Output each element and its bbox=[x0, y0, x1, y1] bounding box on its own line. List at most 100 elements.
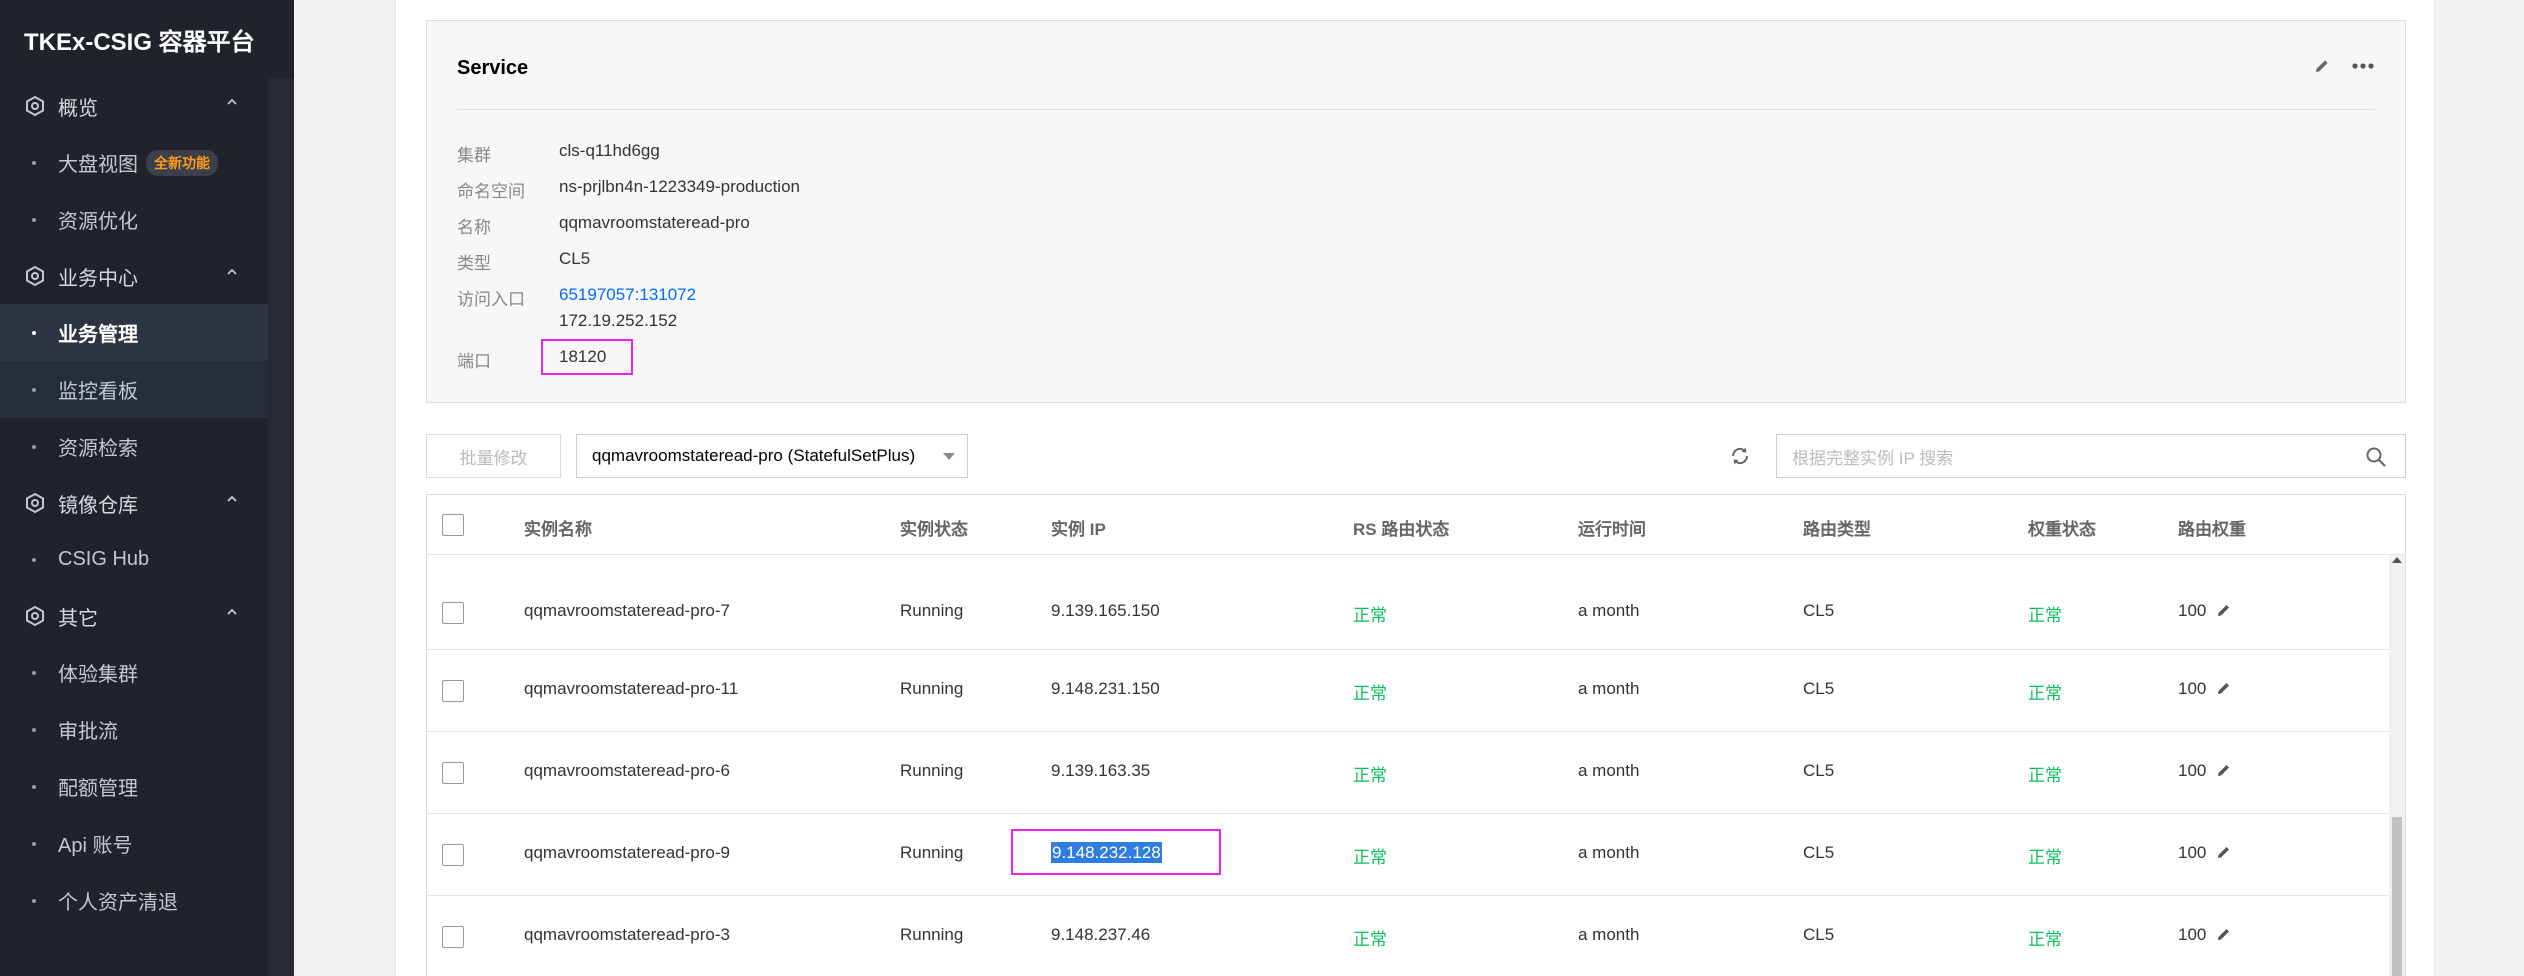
highlight-box bbox=[541, 339, 633, 375]
sidebar-group-overview[interactable]: 概览 bbox=[0, 78, 268, 134]
row-checkbox[interactable] bbox=[442, 844, 464, 866]
cell-name: qqmavroomstateread-pro-9 bbox=[524, 843, 730, 862]
cell-status: Running bbox=[900, 679, 964, 698]
weight-value: 100 bbox=[2178, 601, 2207, 620]
more-icon[interactable] bbox=[2351, 62, 2375, 70]
workload-select[interactable]: qqmavroomstateread-pro (StatefulSetPlus) bbox=[576, 434, 968, 478]
table-row[interactable]: qqmavroomstateread-pro-7 Running 9.139.1… bbox=[427, 568, 2391, 650]
edit-icon[interactable] bbox=[2313, 57, 2331, 75]
edit-icon[interactable] bbox=[2216, 680, 2232, 696]
edit-icon[interactable] bbox=[2216, 602, 2232, 618]
row-checkbox[interactable] bbox=[442, 762, 464, 784]
cell-uptime: a month bbox=[1578, 761, 1640, 780]
row-checkbox[interactable] bbox=[442, 680, 464, 702]
cell-name: qqmavroomstateread-pro-6 bbox=[524, 761, 730, 780]
sidebar-item-asset-cleanup[interactable]: 个人资产清退 bbox=[0, 872, 268, 929]
cell-ip: 9.148.231.150 bbox=[1051, 679, 1160, 698]
sidebar-item-trial-cluster[interactable]: 体验集群 bbox=[0, 644, 268, 701]
search-placeholder: 根据完整实例 IP 搜索 bbox=[1792, 448, 1954, 468]
sidebar-item-label: 体验集群 bbox=[58, 664, 138, 686]
sidebar-group-other[interactable]: 其它 bbox=[0, 588, 268, 644]
cell-route-type: CL5 bbox=[1803, 925, 1835, 944]
col-header-name: 实例名称 bbox=[524, 520, 592, 539]
table-row[interactable]: qqmavroomstateread-pro-11 Running 9.148.… bbox=[427, 650, 2391, 732]
sidebar-item-label: CSIG Hub bbox=[58, 548, 150, 570]
table-row[interactable]: qqmavroomstateread-pro-6 Running 9.139.1… bbox=[427, 732, 2391, 814]
field-namespace: 命名空间 ns-prjlbn4n-1223349-production bbox=[457, 177, 800, 202]
field-label: 命名空间 bbox=[457, 182, 525, 201]
weight-value: 100 bbox=[2178, 925, 2207, 944]
card-actions bbox=[2313, 57, 2375, 75]
search-input[interactable]: 根据完整实例 IP 搜索 bbox=[1776, 434, 2406, 478]
col-header-uptime: 运行时间 bbox=[1578, 520, 1646, 539]
scroll-up-arrow-icon[interactable] bbox=[2392, 557, 2402, 563]
cell-weight-status: 正常 bbox=[2028, 684, 2062, 703]
bullet-icon bbox=[32, 444, 36, 449]
sidebar-item-monitoring-board[interactable]: 监控看板 bbox=[0, 361, 268, 418]
field-label: 类型 bbox=[457, 254, 491, 273]
cell-rs-status: 正常 bbox=[1353, 766, 1387, 785]
sidebar-item-label: 业务管理 bbox=[58, 324, 138, 346]
bullet-icon bbox=[32, 217, 36, 222]
search-icon[interactable] bbox=[2365, 446, 2387, 468]
bullet-icon bbox=[32, 898, 36, 903]
edit-icon[interactable] bbox=[2216, 926, 2232, 942]
edit-icon[interactable] bbox=[2216, 762, 2232, 778]
refresh-icon[interactable] bbox=[1728, 444, 1752, 468]
field-type: 类型 CL5 bbox=[457, 249, 590, 274]
edit-icon[interactable] bbox=[2216, 844, 2232, 860]
sidebar-item-resource-optimization[interactable]: 资源优化 bbox=[0, 191, 268, 248]
cell-weight: 100 bbox=[2178, 679, 2232, 699]
chevron-up-icon bbox=[227, 268, 237, 275]
bullet-icon bbox=[32, 670, 36, 675]
row-checkbox[interactable] bbox=[442, 602, 464, 624]
service-detail-card: Service 集群 cls-q11hd6gg 命名空间 ns-prjlbn4n… bbox=[426, 20, 2406, 403]
sidebar-item-label: 审批流 bbox=[58, 721, 118, 743]
sidebar-scrollbar[interactable] bbox=[268, 78, 294, 976]
field-value: ns-prjlbn4n-1223349-production bbox=[559, 177, 800, 196]
cell-route-type: CL5 bbox=[1803, 601, 1835, 620]
scroll-thumb[interactable] bbox=[2392, 817, 2402, 976]
sidebar-group-business-center[interactable]: 业务中心 bbox=[0, 248, 268, 304]
cell-rs-status: 正常 bbox=[1353, 684, 1387, 703]
sidebar-item-api-account[interactable]: Api 账号 bbox=[0, 815, 268, 872]
select-value: qqmavroomstateread-pro (StatefulSetPlus) bbox=[592, 446, 916, 465]
cell-rs-status: 正常 bbox=[1353, 848, 1387, 867]
sidebar-item-label: 个人资产清退 bbox=[58, 892, 178, 914]
batch-edit-button[interactable]: 批量修改 bbox=[426, 434, 561, 478]
access-link[interactable]: 65197057:131072 bbox=[559, 285, 696, 305]
cell-route-type: CL5 bbox=[1803, 843, 1835, 862]
cell-weight: 100 bbox=[2178, 601, 2232, 621]
sidebar-item-business-management[interactable]: 业务管理 bbox=[0, 304, 268, 361]
sidebar-item-label: 配额管理 bbox=[58, 778, 138, 800]
row-checkbox[interactable] bbox=[442, 926, 464, 948]
weight-value: 100 bbox=[2178, 679, 2207, 698]
sidebar-item-dashboard[interactable]: 大盘视图 全新功能 bbox=[0, 134, 268, 191]
sidebar-item-resource-search[interactable]: 资源检索 bbox=[0, 418, 268, 475]
table-scrollbar[interactable] bbox=[2389, 555, 2405, 976]
cell-ip: 9.139.163.35 bbox=[1051, 761, 1151, 780]
sidebar-item-csig-hub[interactable]: CSIG Hub bbox=[0, 531, 268, 588]
table-row[interactable]: qqmavroomstateread-pro-9 Running 9.148.2… bbox=[427, 814, 2391, 896]
field-value: CL5 bbox=[559, 249, 591, 268]
app-title[interactable]: TKEx-CSIG 容器平台 bbox=[0, 0, 294, 78]
sidebar-group-image-registry[interactable]: 镜像仓库 bbox=[0, 475, 268, 531]
field-access: 访问入口 65197057:131072 172.19.252.152 bbox=[457, 285, 696, 330]
sidebar-group-label: 镜像仓库 bbox=[58, 494, 138, 517]
field-label: 端口 bbox=[457, 352, 491, 371]
col-header-weight: 路由权重 bbox=[2178, 520, 2246, 539]
bullet-icon bbox=[32, 160, 36, 165]
table-row[interactable]: qqmavroomstateread-pro-3 Running 9.148.2… bbox=[427, 896, 2391, 976]
field-label: 集群 bbox=[457, 146, 491, 165]
cell-weight-status: 正常 bbox=[2028, 606, 2062, 625]
cell-status: Running bbox=[900, 925, 964, 944]
field-value: cls-q11hd6gg bbox=[559, 141, 660, 160]
sidebar-item-label: 资源优化 bbox=[58, 211, 138, 233]
sidebar-item-quota-management[interactable]: 配额管理 bbox=[0, 758, 268, 815]
select-all-checkbox[interactable] bbox=[442, 514, 464, 536]
hexagon-icon bbox=[24, 265, 46, 287]
sidebar-group-label: 其它 bbox=[58, 607, 98, 630]
sidebar-item-approval-flow[interactable]: 审批流 bbox=[0, 701, 268, 758]
cell-name: qqmavroomstateread-pro-11 bbox=[524, 679, 739, 698]
field-cluster: 集群 cls-q11hd6gg bbox=[457, 141, 660, 166]
